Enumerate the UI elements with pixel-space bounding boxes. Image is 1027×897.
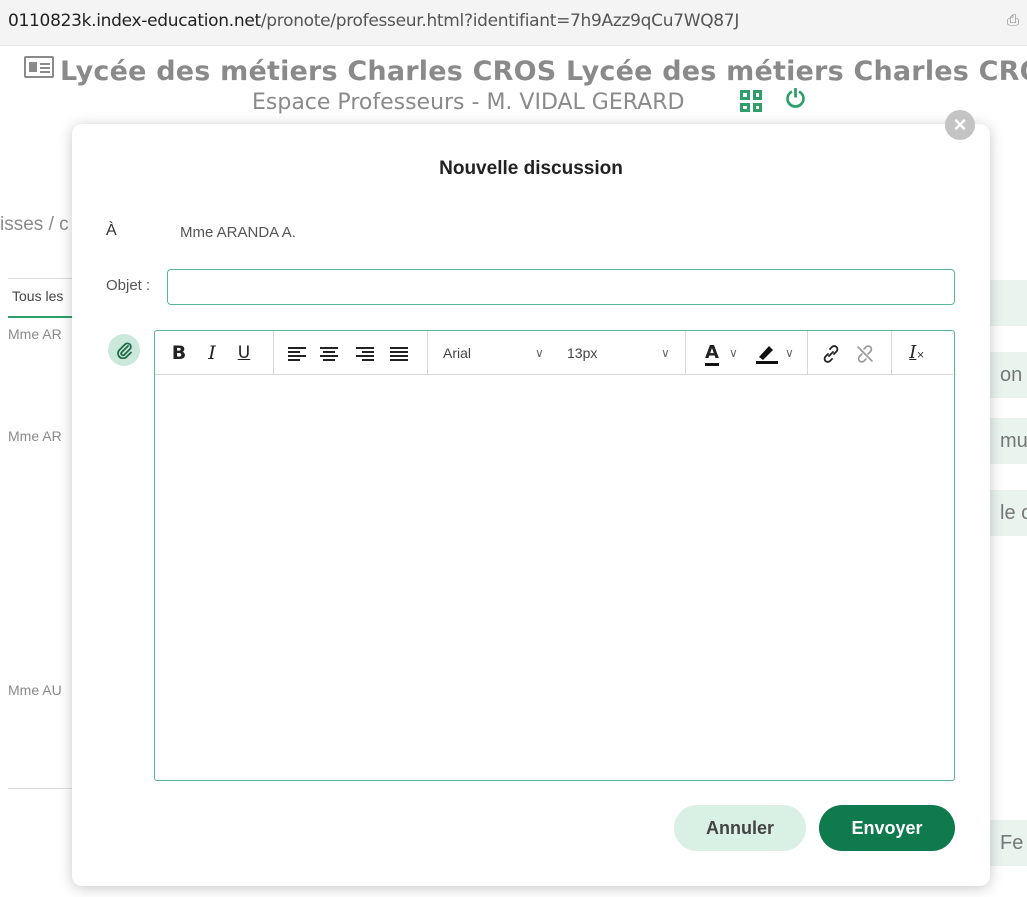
align-right-button[interactable] — [351, 331, 379, 375]
highlighter-icon — [756, 345, 778, 364]
side-panel-button[interactable]: on — [990, 352, 1027, 398]
close-icon[interactable]: × — [945, 110, 975, 140]
attach-button[interactable] — [108, 334, 140, 366]
insert-link-button[interactable] — [817, 331, 845, 375]
side-panel-button[interactable]: mu — [990, 418, 1027, 464]
highlight-color-button[interactable] — [751, 331, 781, 375]
justify-icon — [390, 346, 408, 361]
unlink-button[interactable] — [851, 331, 879, 375]
text-color-icon: A — [705, 343, 719, 366]
font-size-select[interactable]: 13px — [567, 331, 597, 375]
subject-input[interactable] — [167, 269, 955, 305]
toolbar-separator — [273, 331, 274, 375]
cancel-button[interactable]: Annuler — [674, 805, 806, 851]
bold-button[interactable]: B — [167, 331, 191, 375]
side-panel-button[interactable] — [990, 280, 1027, 326]
recipient-label: À — [106, 222, 117, 239]
message-editor[interactable]: B I U Arial ∨ 13px ∨ A ∨ ∨ I× — [154, 330, 955, 781]
toolbar-separator — [685, 331, 686, 375]
align-left-button[interactable] — [283, 331, 311, 375]
toolbar-separator — [427, 331, 428, 375]
filter-tab-underline — [8, 316, 72, 318]
reader-icon[interactable]: ⎙ — [1007, 12, 1019, 29]
align-center-icon — [320, 346, 338, 361]
subject-label: Objet : — [106, 277, 151, 294]
link-icon — [823, 344, 839, 363]
align-left-icon — [288, 346, 306, 361]
italic-button[interactable]: I — [201, 331, 223, 375]
list-item[interactable]: Mme AR — [8, 428, 62, 444]
url-text[interactable]: 0110823k.index-education.net/pronote/pro… — [8, 11, 739, 31]
align-right-icon — [356, 346, 374, 361]
align-center-button[interactable] — [315, 331, 343, 375]
breadcrumb: isses / c — [0, 214, 69, 235]
filter-tab-all[interactable]: Tous les — [12, 288, 63, 304]
browser-address-bar[interactable]: 0110823k.index-education.net/pronote/pro… — [0, 0, 1027, 46]
id-card-icon — [24, 56, 54, 78]
send-button[interactable]: Envoyer — [819, 805, 955, 851]
url-path: /pronote/professeur.html?identifiant=7h9… — [260, 11, 740, 31]
paperclip-icon — [117, 342, 132, 359]
underline-button[interactable]: U — [231, 331, 257, 375]
power-icon[interactable]: ⏻ — [786, 86, 805, 114]
chevron-down-icon[interactable]: ∨ — [661, 331, 670, 375]
toolbar-separator — [807, 331, 808, 375]
chevron-down-icon[interactable]: ∨ — [729, 331, 738, 375]
dialog-title: Nouvelle discussion — [439, 158, 623, 179]
toolbar-separator — [891, 331, 892, 375]
space-label: Espace Professeurs - M. VIDAL GERARD — [252, 90, 685, 115]
new-discussion-dialog: Nouvelle discussion À Mme ARANDA A. Obje… — [72, 124, 990, 886]
school-title: Lycée des métiers Charles CROS Lycée des… — [24, 56, 1027, 87]
message-body[interactable] — [155, 375, 953, 779]
side-panel-button[interactable]: le c — [990, 490, 1027, 536]
list-item[interactable]: Mme AU — [8, 682, 62, 698]
chevron-down-icon[interactable]: ∨ — [785, 331, 794, 375]
side-panel-button[interactable]: Fe — [990, 820, 1027, 866]
clear-format-button[interactable]: I× — [903, 331, 931, 375]
list-item[interactable]: Mme AR — [8, 326, 62, 342]
text-color-button[interactable]: A — [701, 331, 723, 375]
unlink-icon — [857, 344, 873, 363]
justify-button[interactable] — [385, 331, 413, 375]
font-family-select[interactable]: Arial — [443, 331, 471, 375]
divider — [8, 278, 72, 279]
qr-code-icon[interactable] — [740, 90, 762, 112]
school-name: Lycée des métiers Charles CROS Lycée des… — [60, 56, 1027, 87]
recipient-value: Mme ARANDA A. — [180, 224, 296, 241]
chevron-down-icon[interactable]: ∨ — [535, 331, 544, 375]
url-host: 0110823k.index-education.net — [8, 11, 261, 31]
editor-toolbar: B I U Arial ∨ 13px ∨ A ∨ ∨ I× — [155, 331, 953, 375]
divider — [8, 788, 72, 789]
